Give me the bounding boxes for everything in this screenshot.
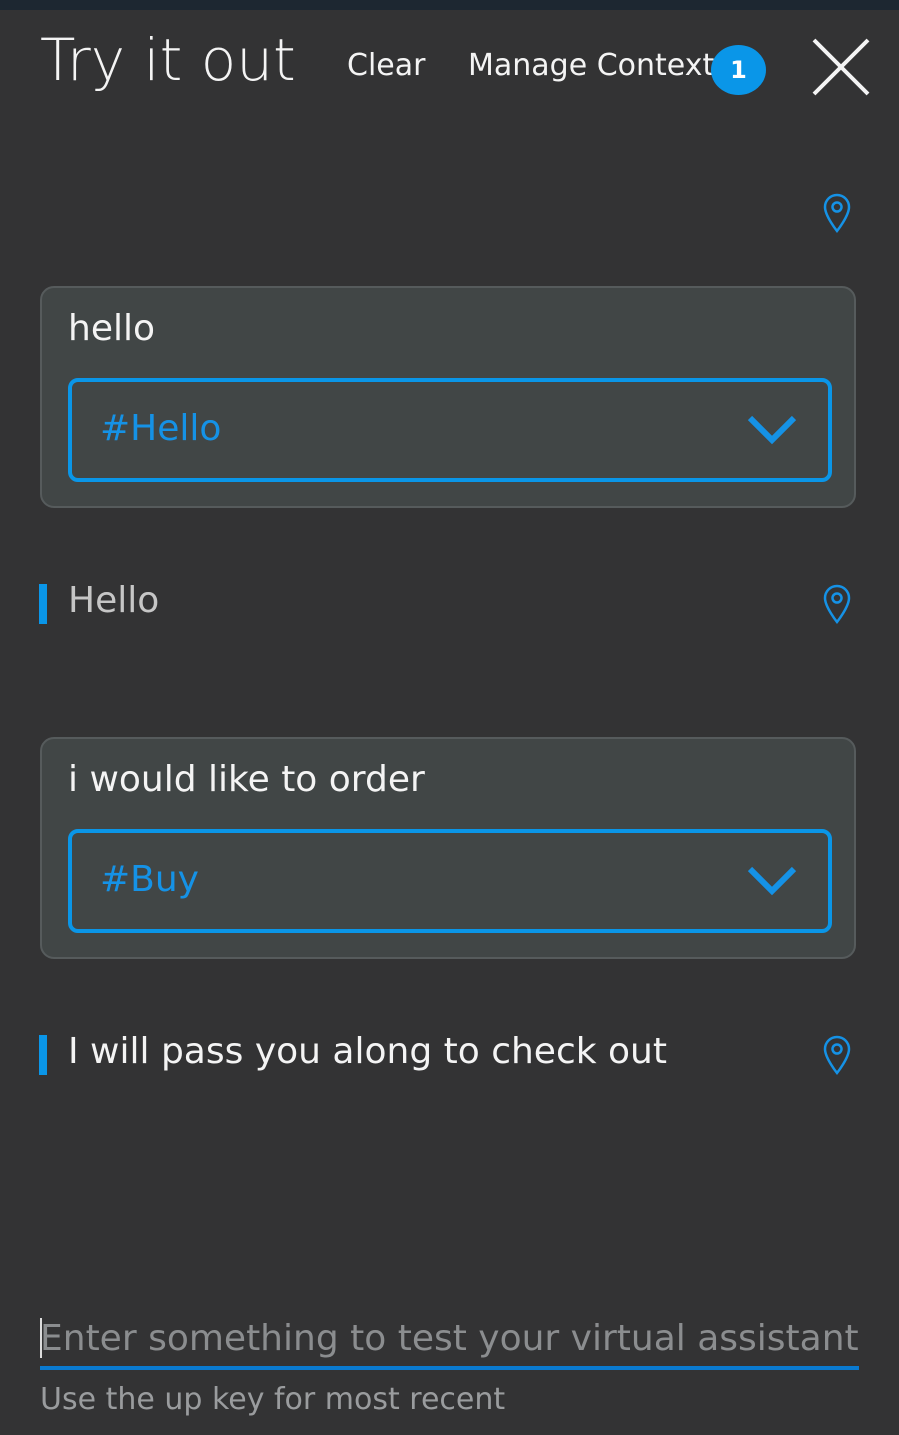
user-message-card: i would like to order #Buy bbox=[40, 737, 856, 959]
intent-dropdown[interactable]: #Hello bbox=[68, 378, 832, 482]
assistant-reply: I will pass you along to check out bbox=[68, 1031, 667, 1072]
location-pin-icon[interactable] bbox=[822, 584, 852, 624]
input-underline bbox=[40, 1366, 859, 1370]
top-border bbox=[0, 0, 899, 10]
user-message-text: hello bbox=[68, 308, 155, 349]
text-caret bbox=[40, 1318, 42, 1358]
intent-value: #Buy bbox=[100, 859, 199, 900]
intent-value: #Hello bbox=[100, 408, 222, 449]
chevron-down-icon bbox=[747, 866, 797, 896]
context-count-badge: 1 bbox=[711, 45, 766, 95]
assistant-reply: Hello bbox=[68, 580, 160, 621]
user-message-card: hello #Hello bbox=[40, 286, 856, 508]
input-hint: Use the up key for most recent bbox=[40, 1382, 506, 1417]
location-pin-icon[interactable] bbox=[822, 193, 852, 233]
close-icon[interactable] bbox=[810, 36, 872, 98]
reply-indicator bbox=[39, 584, 47, 624]
chevron-down-icon bbox=[747, 415, 797, 445]
page-title: Try it out bbox=[40, 26, 296, 94]
message-input[interactable] bbox=[40, 1310, 859, 1366]
clear-button[interactable]: Clear bbox=[347, 48, 425, 83]
location-pin-icon[interactable] bbox=[822, 1035, 852, 1075]
reply-indicator bbox=[39, 1035, 47, 1075]
manage-context-button[interactable]: Manage Context bbox=[468, 48, 714, 83]
intent-dropdown[interactable]: #Buy bbox=[68, 829, 832, 933]
user-message-text: i would like to order bbox=[68, 759, 425, 800]
